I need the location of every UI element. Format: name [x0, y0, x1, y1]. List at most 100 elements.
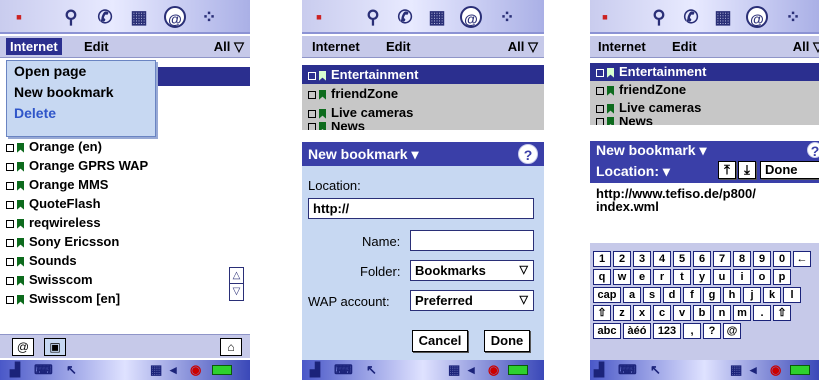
list-item[interactable]: Live cameras	[302, 103, 544, 122]
key-r3-8[interactable]: k	[763, 287, 781, 303]
filter-all-dropdown[interactable]: All ▽	[793, 39, 819, 55]
list-item[interactable]: News	[590, 117, 819, 125]
key-r2-6[interactable]: u	[713, 269, 731, 285]
bookmarks-icon[interactable]: ▣	[44, 338, 66, 356]
done-button[interactable]: Done	[484, 330, 530, 352]
book-icon[interactable]: ⚲	[648, 6, 670, 28]
key-r2-9[interactable]: p	[773, 269, 791, 285]
key-r1-3[interactable]: 4	[653, 251, 671, 267]
key-r4-2[interactable]: x	[633, 305, 651, 321]
web-icon[interactable]: @	[164, 6, 186, 28]
list-item[interactable]: QuoteFlash	[0, 194, 250, 213]
key-r1-1[interactable]: 2	[613, 251, 631, 267]
key-r1-9[interactable]: 0	[773, 251, 791, 267]
menu-internet[interactable]: Internet	[594, 38, 650, 55]
location-input[interactable]: http://	[308, 198, 534, 219]
list-item[interactable]: Entertainment	[302, 65, 544, 84]
key-r2-4[interactable]: t	[673, 269, 691, 285]
list-item[interactable]	[150, 67, 250, 86]
key-r1-2[interactable]: 3	[633, 251, 651, 267]
location-header[interactable]: Location: ▾ ⤒ ⤓ Done	[590, 159, 819, 183]
menu-open-page[interactable]: Open page	[7, 61, 155, 82]
list-item[interactable]: Orange (en)	[0, 137, 250, 156]
list-item[interactable]: Sounds	[0, 251, 250, 270]
key-r2-5[interactable]: y	[693, 269, 711, 285]
key-r2-1[interactable]: w	[613, 269, 631, 285]
key-r1-0[interactable]: 1	[593, 251, 611, 267]
key-r3-6[interactable]: h	[723, 287, 741, 303]
key-r5-1[interactable]: àéó	[623, 323, 651, 339]
key-r5-5[interactable]: @	[723, 323, 741, 339]
web-icon[interactable]: @	[12, 338, 34, 356]
dialog-title[interactable]: New bookmark ▾ ?	[302, 142, 544, 166]
key-r3-3[interactable]: d	[663, 287, 681, 303]
key-r2-8[interactable]: o	[753, 269, 771, 285]
menu-edit[interactable]: Edit	[382, 38, 415, 55]
key-r4-0[interactable]: ⇧	[593, 305, 611, 321]
list-item[interactable]: Orange GPRS WAP	[0, 156, 250, 175]
key-r4-4[interactable]: v	[673, 305, 691, 321]
cancel-button[interactable]: Cancel	[412, 330, 468, 352]
url-input[interactable]: http://www.tefiso.de/p800/ index.wml	[590, 185, 819, 243]
menu-internet[interactable]: Internet	[308, 38, 364, 55]
key-r2-3[interactable]: r	[653, 269, 671, 285]
keyboard-icon[interactable]: ⌨	[334, 362, 353, 378]
menu-icon[interactable]: ▪	[594, 6, 616, 28]
phone-handset-icon[interactable]: ✆	[394, 6, 416, 28]
filter-all-dropdown[interactable]: All ▽	[508, 39, 538, 55]
scroll-top-icon[interactable]: ⤒	[718, 161, 736, 179]
list-item[interactable]: Swisscom [en]	[0, 289, 250, 308]
keyboard-icon[interactable]: ⌨	[618, 362, 637, 378]
key-r3-1[interactable]: a	[623, 287, 641, 303]
volume-icon[interactable]: ◂	[468, 362, 475, 378]
menu-delete[interactable]: Delete	[7, 103, 155, 124]
menu-edit[interactable]: Edit	[80, 38, 113, 55]
key-r1-10[interactable]: ←	[793, 251, 811, 267]
list-item[interactable]: friendZone	[302, 84, 544, 103]
wap-account-select[interactable]: Preferred ▽	[410, 290, 534, 311]
help-icon[interactable]: ?	[807, 142, 819, 159]
key-r3-0[interactable]: cap	[593, 287, 621, 303]
list-item[interactable]: Sony Ericsson	[0, 232, 250, 251]
key-r1-5[interactable]: 6	[693, 251, 711, 267]
key-r2-7[interactable]: i	[733, 269, 751, 285]
folder-select[interactable]: Bookmarks ▽	[410, 260, 534, 281]
menu-edit[interactable]: Edit	[668, 38, 701, 55]
key-r2-0[interactable]: q	[593, 269, 611, 285]
scroll-down-icon[interactable]: ▽	[230, 284, 243, 300]
apps-grid-icon[interactable]: ⁘	[198, 6, 220, 28]
done-button[interactable]: Done	[760, 161, 819, 179]
scroll-bottom-icon[interactable]: ⤓	[738, 161, 756, 179]
key-r1-6[interactable]: 7	[713, 251, 731, 267]
menu-new-bookmark[interactable]: New bookmark	[7, 82, 155, 103]
help-icon[interactable]: ?	[518, 144, 538, 164]
key-r5-3[interactable]: ,	[683, 323, 701, 339]
key-r3-2[interactable]: s	[643, 287, 661, 303]
key-r4-9[interactable]: ⇧	[773, 305, 791, 321]
book-icon[interactable]: ⚲	[362, 6, 384, 28]
apps-grid-icon[interactable]: ⁘	[782, 6, 804, 28]
keyboard-icon[interactable]: ⌨	[34, 362, 53, 378]
key-r4-7[interactable]: m	[733, 305, 751, 321]
list-item[interactable]: Swisscom	[0, 270, 250, 289]
list-item[interactable]: Live cameras	[590, 99, 819, 117]
key-r3-9[interactable]: l	[783, 287, 801, 303]
volume-icon[interactable]: ◂	[170, 362, 177, 378]
key-r5-0[interactable]: abc	[593, 323, 621, 339]
key-r4-1[interactable]: z	[613, 305, 631, 321]
key-r2-2[interactable]: e	[633, 269, 651, 285]
list-item[interactable]: News	[302, 122, 544, 130]
phone-handset-icon[interactable]: ✆	[680, 6, 702, 28]
key-r3-7[interactable]: j	[743, 287, 761, 303]
calendar-icon[interactable]: ▦	[712, 6, 734, 28]
menu-internet[interactable]: Internet	[6, 38, 62, 55]
web-icon[interactable]: @	[746, 6, 768, 28]
key-r1-8[interactable]: 9	[753, 251, 771, 267]
key-r3-4[interactable]: f	[683, 287, 701, 303]
list-item[interactable]: Orange MMS	[0, 175, 250, 194]
home-icon[interactable]: ⌂	[220, 338, 242, 356]
name-input[interactable]	[410, 230, 534, 251]
web-icon[interactable]: @	[460, 6, 482, 28]
list-item[interactable]: Entertainment	[590, 63, 819, 81]
key-r4-6[interactable]: n	[713, 305, 731, 321]
